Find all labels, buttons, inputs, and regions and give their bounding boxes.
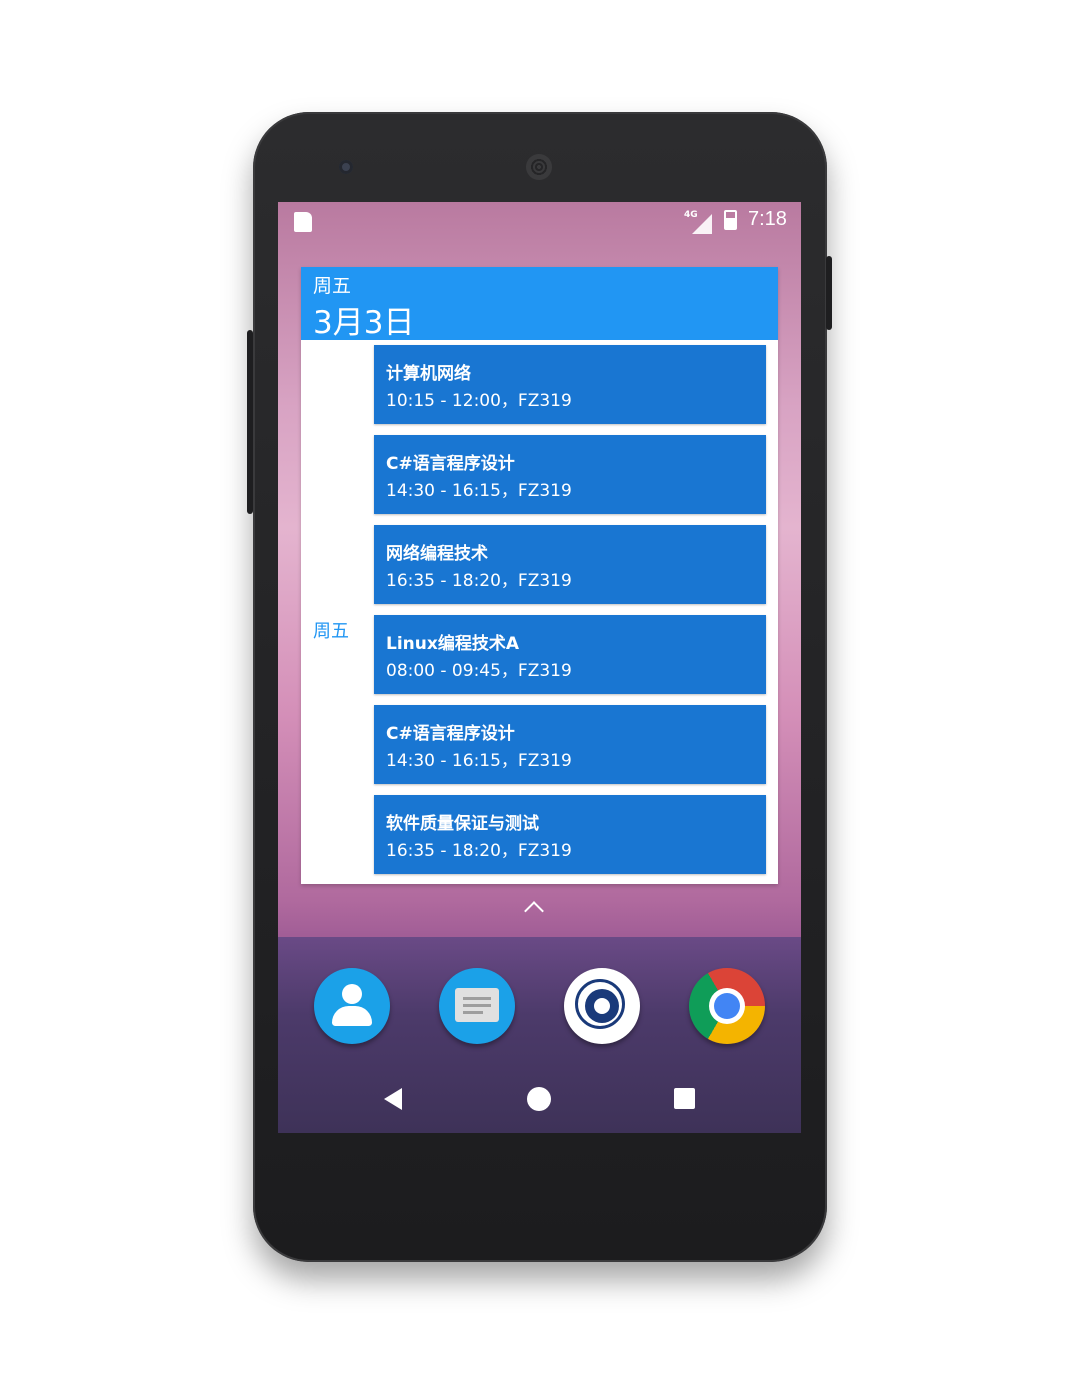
event-card[interactable]: Linux编程技术A 08:00 - 09:45，FZ319 — [374, 615, 766, 694]
event-title: C#语言程序设计 — [386, 724, 515, 744]
volume-button — [247, 330, 253, 514]
front-camera — [339, 160, 353, 174]
event-title: 软件质量保证与测试 — [386, 814, 539, 834]
contacts-icon[interactable] — [314, 968, 390, 1044]
earpiece-speaker — [526, 154, 552, 180]
widget-header[interactable]: 周五 3月3日 — [301, 267, 778, 341]
sd-card-icon — [294, 212, 312, 232]
event-detail: 14:30 - 16:15，FZ319 — [386, 481, 572, 501]
event-detail: 08:00 - 09:45，FZ319 — [386, 661, 572, 681]
campus-app-icon[interactable] — [564, 968, 640, 1044]
messages-icon[interactable] — [439, 968, 515, 1044]
event-title: C#语言程序设计 — [386, 454, 515, 474]
event-card[interactable]: 网络编程技术 16:35 - 18:20，FZ319 — [374, 525, 766, 604]
widget-date: 3月3日 — [313, 305, 415, 341]
status-time: 7:18 — [748, 208, 787, 230]
event-detail: 16:35 - 18:20，FZ319 — [386, 841, 572, 861]
status-bar: 4G 7:18 — [278, 202, 801, 242]
phone-screen: 4G 7:18 周五 3月3日 周五 计算机网络 10:15 - 12:00，F… — [278, 202, 801, 1133]
power-button — [826, 256, 832, 330]
event-detail: 16:35 - 18:20，FZ319 — [386, 571, 572, 591]
home-icon[interactable] — [527, 1087, 551, 1111]
event-title: Linux编程技术A — [386, 634, 519, 654]
chrome-icon[interactable] — [689, 968, 765, 1044]
recents-icon[interactable] — [674, 1088, 695, 1109]
battery-icon — [724, 210, 737, 230]
event-title: 网络编程技术 — [386, 544, 488, 564]
event-card[interactable]: C#语言程序设计 14:30 - 16:15，FZ319 — [374, 705, 766, 784]
side-day-label: 周五 — [313, 621, 349, 642]
event-card[interactable]: 计算机网络 10:15 - 12:00，FZ319 — [374, 345, 766, 424]
schedule-widget[interactable]: 周五 3月3日 周五 计算机网络 10:15 - 12:00，FZ319 C#语… — [301, 267, 778, 884]
back-icon[interactable] — [384, 1088, 402, 1110]
app-drawer-chevron-up-icon[interactable] — [524, 901, 544, 921]
event-detail: 14:30 - 16:15，FZ319 — [386, 751, 572, 771]
event-detail: 10:15 - 12:00，FZ319 — [386, 391, 572, 411]
event-card[interactable]: C#语言程序设计 14:30 - 16:15，FZ319 — [374, 435, 766, 514]
event-card[interactable]: 软件质量保证与测试 16:35 - 18:20，FZ319 — [374, 795, 766, 874]
event-title: 计算机网络 — [386, 364, 471, 384]
signal-icon: 4G — [684, 210, 714, 234]
widget-weekday: 周五 — [313, 275, 352, 297]
